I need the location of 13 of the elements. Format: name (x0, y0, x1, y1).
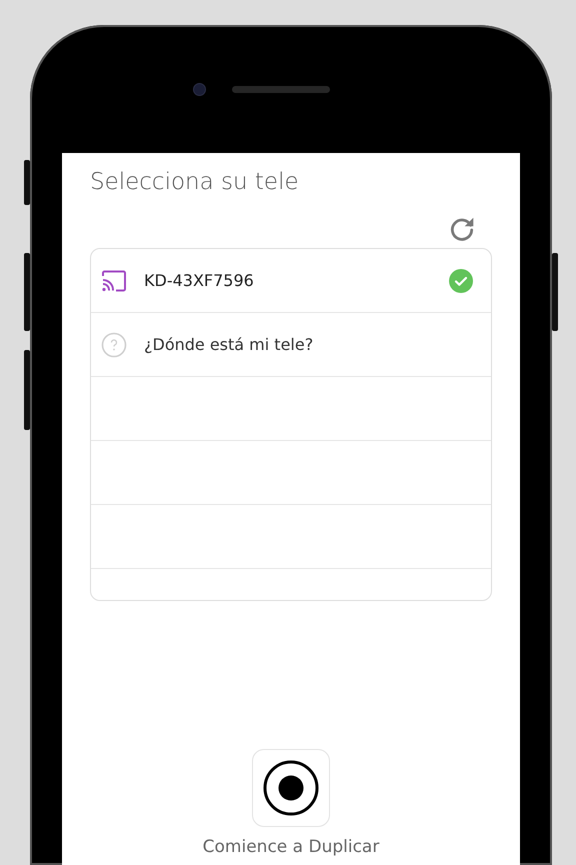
device-row[interactable]: KD-43XF7596 (91, 249, 491, 313)
device-name: KD-43XF7596 (144, 271, 255, 290)
check-icon (449, 268, 473, 292)
device-name: ¿Dónde está mi tele? (144, 335, 314, 354)
screen-title: Selecciona su tele (90, 169, 300, 195)
question-icon (101, 332, 127, 358)
record-icon (263, 760, 319, 816)
refresh-icon[interactable] (448, 215, 476, 243)
record-label: Comience a Duplicar (202, 836, 380, 857)
record-button[interactable] (252, 748, 330, 827)
device-row[interactable]: ¿Dónde está mi tele? (91, 313, 491, 377)
cast-icon (101, 270, 127, 292)
camera-icon (192, 82, 206, 96)
